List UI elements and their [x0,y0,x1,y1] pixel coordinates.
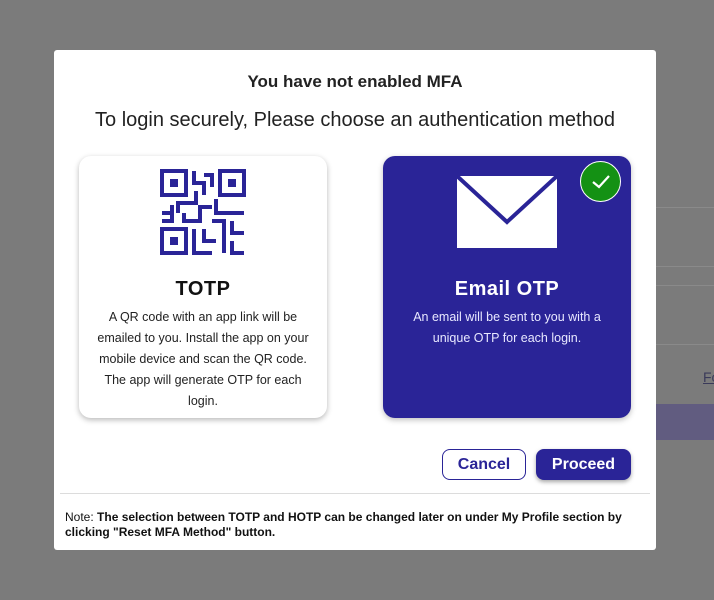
background-divider [656,266,714,267]
email-otp-option-card[interactable]: Email OTP An email will be sent to you w… [383,156,631,418]
proceed-button[interactable]: Proceed [536,449,631,480]
email-otp-description: An email will be sent to you with a uniq… [413,310,601,345]
background-divider [656,285,714,286]
qr-code-icon [160,169,246,255]
note-text: The selection between TOTP and HOTP can … [65,510,622,539]
envelope-icon [457,176,557,248]
modal-subtitle: To login securely, Please choose an auth… [95,109,615,131]
totp-description: A QR code with an app link will be email… [97,310,309,408]
note-prefix: Note: [65,510,94,524]
email-otp-title: Email OTP [454,278,560,300]
modal-title: You have not enabled MFA [247,72,463,91]
mfa-note: Note: The selection between TOTP and HOT… [65,510,650,540]
background-button [656,404,714,440]
totp-title: TOTP [175,278,231,300]
background-divider [656,207,714,208]
footer-divider [60,493,650,494]
background-link: Fo [703,369,714,385]
selected-check-icon [580,161,621,202]
totp-option-card[interactable]: TOTP A QR code with an app link will be … [79,156,327,418]
background-divider [656,344,714,345]
cancel-button[interactable]: Cancel [442,449,526,480]
mfa-modal: You have not enabled MFA To login secure… [54,50,656,550]
